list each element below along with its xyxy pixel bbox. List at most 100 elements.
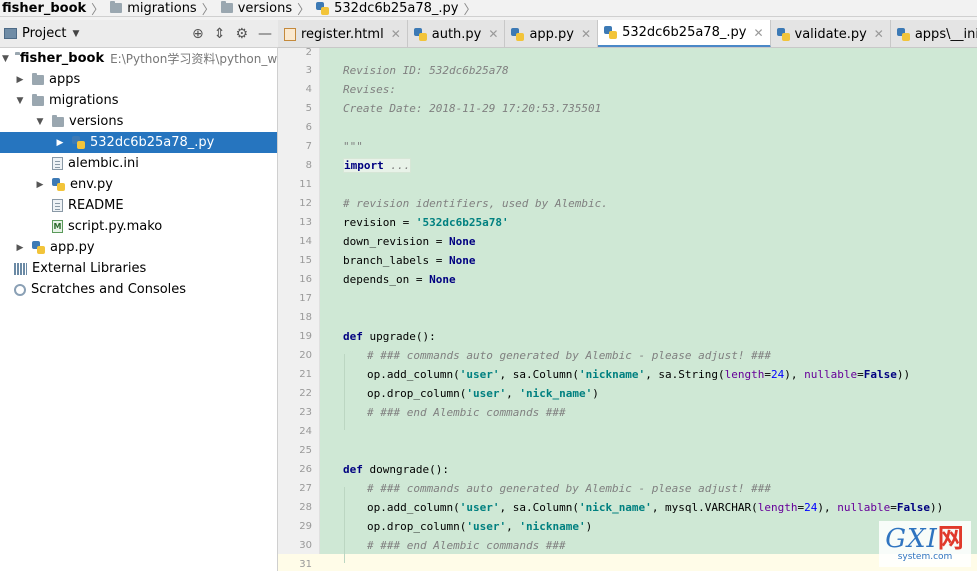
tree-item-label: alembic.ini: [68, 156, 139, 171]
python-file-icon: [413, 27, 427, 41]
close-icon[interactable]: ✕: [753, 26, 763, 40]
tab-migration-file[interactable]: 532dc6b25a78_.py ✕: [598, 20, 771, 47]
code-text: down_revision =: [343, 235, 449, 248]
tree-item-label: Scratches and Consoles: [31, 282, 187, 297]
tab-label: app.py: [529, 26, 574, 42]
tree-item-readme[interactable]: README: [0, 195, 277, 216]
code-line: 25: [278, 441, 977, 460]
code-line: 16 depends_on = None: [278, 270, 977, 289]
code-line: 24: [278, 422, 977, 441]
line-number: 20: [299, 350, 312, 361]
tab-label: 532dc6b25a78_.py: [622, 25, 747, 40]
code-text: )): [896, 368, 911, 381]
code-line: 26 def downgrade():: [278, 460, 977, 479]
tree-item-env-py[interactable]: ▶ env.py: [0, 174, 277, 195]
breadcrumb-label: migrations: [127, 0, 197, 16]
project-icon: [4, 28, 17, 39]
line-number: 25: [299, 445, 312, 456]
folder-icon: [32, 72, 44, 85]
ini-file-icon: [52, 157, 63, 170]
line-number: 26: [299, 464, 312, 475]
number-literal: 24: [804, 501, 818, 514]
docstring-text: """: [343, 140, 363, 153]
tree-item-apps[interactable]: ▶ apps: [0, 69, 277, 90]
tab-apps-init-py[interactable]: apps\__init__.py ✕: [890, 20, 977, 47]
collapse-icon[interactable]: ⇕: [214, 26, 226, 42]
tab-app-py[interactable]: app.py ✕: [505, 20, 599, 47]
tree-item-fisher-book[interactable]: ▼ fisher_book E:\Python学习资料\python_wo: [0, 48, 278, 69]
chevron-right-icon[interactable]: ▶: [14, 75, 26, 85]
tree-item-label: fisher_book: [19, 51, 105, 66]
line-number: 11: [299, 179, 312, 190]
code-text: )): [930, 501, 944, 514]
chevron-right-icon[interactable]: ▶: [54, 138, 66, 148]
code-text: op.drop_column(: [367, 387, 467, 400]
close-icon[interactable]: ✕: [581, 27, 591, 41]
line-number: 27: [299, 483, 312, 494]
line-number: 13: [299, 217, 312, 228]
target-icon[interactable]: ⊕: [192, 26, 204, 42]
tab-auth-py[interactable]: auth.py ✕: [407, 20, 506, 47]
string-literal: 'user': [459, 368, 500, 381]
keyword: False: [896, 501, 931, 514]
tree-item-scratches[interactable]: Scratches and Consoles: [0, 279, 277, 300]
close-icon[interactable]: ✕: [874, 27, 884, 41]
chevron-down-icon[interactable]: ▼: [14, 96, 26, 106]
string-literal: 'user': [459, 501, 500, 514]
line-number: 24: [299, 426, 312, 437]
docstring-text: Revision ID: 532dc6b25a78: [343, 64, 509, 77]
code-text: ),: [784, 368, 805, 381]
tree-item-migrations[interactable]: ▼ migrations: [0, 90, 277, 111]
chevron-right-icon[interactable]: ▶: [14, 243, 26, 253]
line-number: 12: [299, 198, 312, 209]
code-line: 15 branch_labels = None: [278, 251, 977, 270]
code-editor[interactable]: 2 3 Revision ID: 532dc6b25a78 4 Revises: 5…: [278, 48, 977, 571]
gear-icon[interactable]: ⚙: [235, 26, 248, 42]
keyword: None: [448, 254, 476, 267]
minimize-icon[interactable]: —: [258, 26, 272, 42]
chevron-down-icon[interactable]: ▼: [72, 29, 79, 39]
chevron-right-icon: 〉: [297, 2, 311, 17]
tab-label: validate.py: [794, 26, 867, 42]
project-view-selector[interactable]: Project: [22, 26, 66, 41]
code-text: branch_labels =: [343, 254, 449, 267]
chevron-down-icon[interactable]: ▼: [2, 54, 9, 64]
chevron-right-icon: 〉: [463, 2, 477, 17]
chevron-down-icon[interactable]: ▼: [34, 117, 46, 127]
tab-register-html[interactable]: register.html ✕: [278, 20, 408, 47]
tree-item-external-libraries[interactable]: External Libraries: [0, 258, 277, 279]
code-text: downgrade():: [362, 463, 449, 476]
line-number: 6: [305, 122, 312, 133]
breadcrumb-item-fisher-book[interactable]: fisher_book 〉: [0, 0, 108, 17]
folded-import[interactable]: import ...: [343, 158, 412, 173]
keyword: def: [343, 463, 363, 476]
tree-item-label: README: [68, 198, 124, 213]
chevron-right-icon[interactable]: ▶: [34, 180, 46, 190]
tree-item-label: migrations: [49, 93, 119, 108]
tree-item-script-mako[interactable]: M script.py.mako: [0, 216, 277, 237]
close-icon[interactable]: ✕: [488, 27, 498, 41]
breadcrumb: fisher_book 〉 migrations 〉 versions 〉 532dc…: [0, 0, 977, 17]
keyword: None: [429, 273, 456, 286]
string-literal: 'user': [466, 520, 507, 533]
parameter-name: length: [724, 368, 765, 381]
breadcrumb-item-migrations[interactable]: migrations 〉: [108, 0, 219, 16]
tree-item-alembic-ini[interactable]: alembic.ini: [0, 153, 277, 174]
breadcrumb-item-file[interactable]: 532dc6b25a78_.py 〉: [314, 0, 480, 17]
string-literal: 'nickname': [578, 368, 646, 381]
tree-item-app-py[interactable]: ▶ app.py: [0, 237, 277, 258]
code-text: op.drop_column(: [367, 520, 467, 533]
line-number: 30: [299, 540, 312, 551]
breadcrumb-item-versions[interactable]: versions 〉: [219, 0, 314, 17]
tree-item-versions[interactable]: ▼ versions: [0, 111, 277, 132]
project-path: E:\Python学习资料\python_wo: [110, 52, 278, 66]
line-number: 16: [299, 274, 312, 285]
keyword: False: [863, 368, 897, 381]
close-icon[interactable]: ✕: [391, 27, 401, 41]
string-literal: 'user': [466, 387, 507, 400]
python-file-icon: [72, 136, 85, 149]
tab-validate-py[interactable]: validate.py ✕: [770, 20, 891, 47]
comment: # ### end Alembic commands ###: [367, 406, 566, 419]
tree-item-selected-file[interactable]: ▶ 532dc6b25a78_.py: [0, 132, 277, 153]
comment: # ### commands auto generated by Alembic…: [367, 482, 771, 495]
